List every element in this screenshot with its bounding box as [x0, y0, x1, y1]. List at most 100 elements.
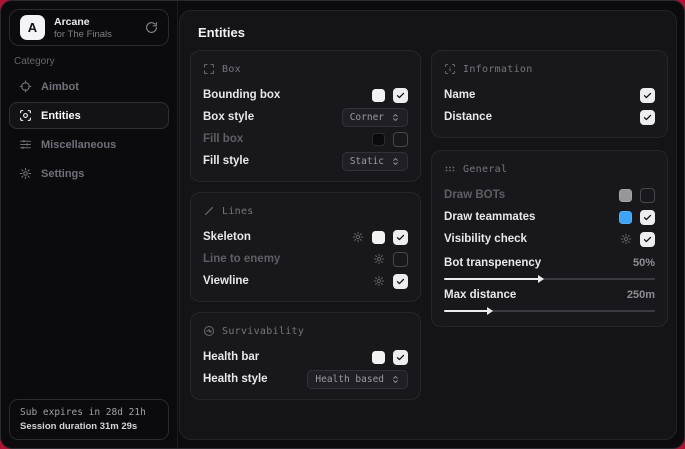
sidebar-item-label: Settings: [41, 168, 84, 180]
max-distance-slider[interactable]: [444, 310, 655, 312]
setting-row-viewline: Viewline: [203, 270, 408, 292]
arcane-window: A Arcane for The Finals Category Aimbot: [0, 0, 685, 449]
setting-row-distance: Distance: [444, 106, 655, 128]
health-bar-checkbox[interactable]: [393, 350, 408, 365]
sidebar-item-aimbot[interactable]: Aimbot: [9, 73, 169, 100]
setting-label: Distance: [444, 111, 492, 123]
general-card: General Draw BOTs: [431, 150, 668, 327]
sidebar-item-settings[interactable]: Settings: [9, 160, 169, 187]
viewline-checkbox[interactable]: [393, 274, 408, 289]
brand-text: Arcane for The Finals: [54, 16, 112, 40]
slider-value: 250m: [627, 289, 655, 301]
gear-icon: [19, 167, 32, 180]
health-style-dropdown[interactable]: Health based: [307, 370, 408, 389]
survivability-card: Survivability Health bar: [190, 312, 421, 400]
fill-style-dropdown[interactable]: Static: [342, 152, 408, 171]
check-icon: [396, 277, 405, 286]
sliders-icon: [19, 138, 32, 151]
setting-label: Skeleton: [203, 231, 251, 243]
name-checkbox[interactable]: [640, 88, 655, 103]
box-corners-icon: [203, 63, 215, 75]
slider-value: 50%: [633, 257, 655, 269]
distance-checkbox[interactable]: [640, 110, 655, 125]
card-title: General: [463, 164, 507, 175]
draw-bots-checkbox[interactable]: [640, 188, 655, 203]
lines-card: Lines Skeleton: [190, 192, 421, 302]
color-swatch[interactable]: [372, 351, 385, 364]
color-swatch[interactable]: [619, 189, 632, 202]
draw-teammates-checkbox[interactable]: [640, 210, 655, 225]
setting-row-visibility-check: Visibility check: [444, 228, 655, 250]
color-swatch[interactable]: [372, 89, 385, 102]
slider-fill: [444, 310, 488, 312]
card-title: Lines: [222, 206, 254, 217]
setting-label: Health style: [203, 373, 268, 385]
info-scan-icon: [444, 63, 456, 75]
color-swatch[interactable]: [619, 211, 632, 224]
line-to-enemy-config-gear-icon[interactable]: [373, 253, 385, 265]
page-title: Entities: [198, 25, 668, 40]
setting-label: Line to enemy: [203, 253, 280, 265]
visibility-check-checkbox[interactable]: [640, 232, 655, 247]
sidebar-item-entities[interactable]: Entities: [9, 102, 169, 129]
dropdown-value: Static: [350, 156, 384, 167]
right-column: Information Name Distance: [431, 50, 668, 400]
setting-label: Fill box: [203, 133, 243, 145]
bot-transparency-slider[interactable]: [444, 278, 655, 280]
line-to-enemy-checkbox[interactable]: [393, 252, 408, 267]
setting-row-draw-bots: Draw BOTs: [444, 184, 655, 206]
setting-row-line-to-enemy: Line to enemy: [203, 248, 408, 270]
check-icon: [396, 91, 405, 100]
setting-row-skeleton: Skeleton: [203, 226, 408, 248]
stage: A Arcane for The Finals Category Aimbot: [0, 0, 685, 449]
line-icon: [203, 205, 215, 217]
check-icon: [396, 233, 405, 242]
slider-label: Bot transpenency: [444, 257, 541, 269]
skeleton-config-gear-icon[interactable]: [352, 231, 364, 243]
setting-label: Viewline: [203, 275, 249, 287]
setting-row-fill-box: Fill box: [203, 128, 408, 150]
color-swatch[interactable]: [372, 231, 385, 244]
setting-row-fill-style: Fill style Static: [203, 150, 408, 172]
category-label: Category: [14, 56, 55, 67]
visibility-config-gear-icon[interactable]: [620, 233, 632, 245]
desktop-backdrop: { "colors": { "backdrop": "#b01236", "ac…: [0, 0, 685, 449]
bounding-box-checkbox[interactable]: [393, 88, 408, 103]
sidebar-item-miscellaneous[interactable]: Miscellaneous: [9, 131, 169, 158]
left-column: Box Bounding box B: [190, 50, 421, 400]
skeleton-checkbox[interactable]: [393, 230, 408, 245]
fill-box-checkbox[interactable]: [393, 132, 408, 147]
box-card-header: Box: [203, 61, 408, 77]
setting-label: Name: [444, 89, 475, 101]
setting-row-health-bar: Health bar: [203, 346, 408, 368]
unfold-icon: [391, 113, 400, 122]
general-card-header: General: [444, 161, 655, 177]
card-columns: Box Bounding box B: [190, 50, 668, 400]
sync-icon[interactable]: [145, 21, 158, 34]
card-title: Survivability: [222, 326, 304, 337]
brand-card: A Arcane for The Finals: [9, 9, 169, 46]
box-card: Box Bounding box B: [190, 50, 421, 182]
sidebar-item-label: Miscellaneous: [41, 139, 116, 151]
setting-row-draw-teammates: Draw teammates: [444, 206, 655, 228]
box-style-dropdown[interactable]: Corner: [342, 108, 408, 127]
color-swatch[interactable]: [372, 133, 385, 146]
brand-title: Arcane: [54, 16, 112, 28]
setting-label: Fill style: [203, 155, 249, 167]
check-icon: [643, 113, 652, 122]
pulse-circle-icon: [203, 325, 215, 337]
unfold-icon: [391, 375, 400, 384]
check-icon: [396, 353, 405, 362]
setting-label: Draw teammates: [444, 211, 535, 223]
viewline-config-gear-icon[interactable]: [373, 275, 385, 287]
setting-label: Bounding box: [203, 89, 280, 101]
survivability-card-header: Survivability: [203, 323, 408, 339]
information-card: Information Name Distance: [431, 50, 668, 138]
max-distance-slider-block: Max distance 250m: [444, 285, 655, 312]
crosshair-icon: [19, 80, 32, 93]
check-icon: [643, 235, 652, 244]
entities-scan-icon: [19, 109, 32, 122]
check-icon: [643, 91, 652, 100]
setting-row-name: Name: [444, 84, 655, 106]
slider-fill: [444, 278, 539, 280]
